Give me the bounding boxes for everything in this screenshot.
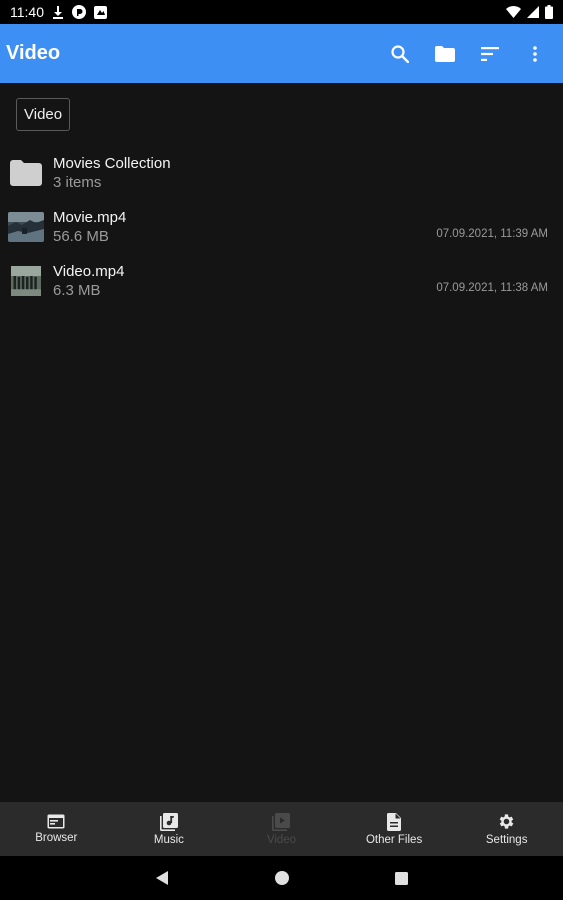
app-title: Video — [6, 42, 61, 64]
back-button[interactable] — [102, 871, 222, 885]
file-name: Movie.mp4 — [53, 208, 127, 226]
folder-icon — [434, 45, 455, 62]
more-vert-icon — [532, 45, 537, 62]
search-icon — [390, 44, 409, 63]
list-item-video[interactable]: Video.mp4 6.3 MB 07.09.2021, 11:38 AM — [0, 254, 563, 308]
nav-item-other-files[interactable]: Other Files — [338, 802, 451, 856]
file-size: 56.6 MB — [53, 227, 109, 245]
browser-icon — [47, 814, 65, 829]
sort-button[interactable] — [467, 31, 512, 76]
folder-icon — [8, 155, 44, 191]
pocket-casts-icon — [72, 5, 86, 19]
file-date: 07.09.2021, 11:38 AM — [436, 282, 548, 294]
signal-icon — [527, 6, 539, 18]
list-item-folder[interactable]: Movies Collection 3 items — [0, 146, 563, 200]
breadcrumb-item-video[interactable]: Video — [16, 98, 71, 131]
video-library-icon — [272, 812, 291, 831]
status-bar: 11:40 — [0, 0, 563, 24]
video-thumbnail — [8, 263, 44, 299]
file-name: Movies Collection — [53, 154, 171, 172]
gear-icon — [499, 814, 514, 829]
nav-label: Other Files — [365, 833, 423, 846]
wifi-icon — [506, 6, 521, 18]
nav-label: Settings — [485, 834, 528, 846]
list-item-video[interactable]: Movie.mp4 56.6 MB 07.09.2021, 11:39 AM — [0, 200, 563, 254]
nav-label: Music — [153, 833, 184, 846]
breadcrumb: Video — [16, 98, 71, 131]
more-options-button[interactable] — [512, 31, 557, 76]
file-list: Movies Collection 3 items Movie.mp4 56.6… — [0, 146, 563, 308]
home-button[interactable] — [222, 871, 342, 885]
home-icon — [274, 871, 289, 885]
download-icon — [52, 5, 64, 19]
file-size: 6.3 MB — [53, 281, 101, 299]
search-button[interactable] — [377, 31, 422, 76]
notification-icon — [94, 5, 107, 19]
nav-label: Browser — [35, 832, 78, 844]
app-bar: Video — [0, 24, 563, 83]
battery-icon — [545, 5, 553, 19]
file-icon — [387, 812, 402, 831]
file-date: 07.09.2021, 11:39 AM — [436, 228, 548, 240]
bottom-nav: Browser Music Video Other Files Settings — [0, 802, 563, 856]
file-name: Video.mp4 — [53, 262, 125, 280]
recents-button[interactable] — [342, 871, 462, 885]
nav-label: Video — [266, 833, 297, 846]
system-nav-bar — [0, 856, 563, 900]
nav-item-browser[interactable]: Browser — [0, 802, 113, 856]
back-icon — [155, 871, 168, 885]
music-library-icon — [159, 812, 178, 831]
nav-item-music[interactable]: Music — [113, 802, 226, 856]
video-thumbnail — [8, 209, 44, 245]
sort-icon — [480, 46, 499, 61]
nav-item-video[interactable]: Video — [225, 802, 338, 856]
recents-icon — [395, 871, 408, 885]
nav-item-settings[interactable]: Settings — [450, 802, 563, 856]
new-folder-button[interactable] — [422, 31, 467, 76]
file-item-count: 3 items — [53, 173, 102, 191]
status-time: 11:40 — [10, 4, 44, 20]
